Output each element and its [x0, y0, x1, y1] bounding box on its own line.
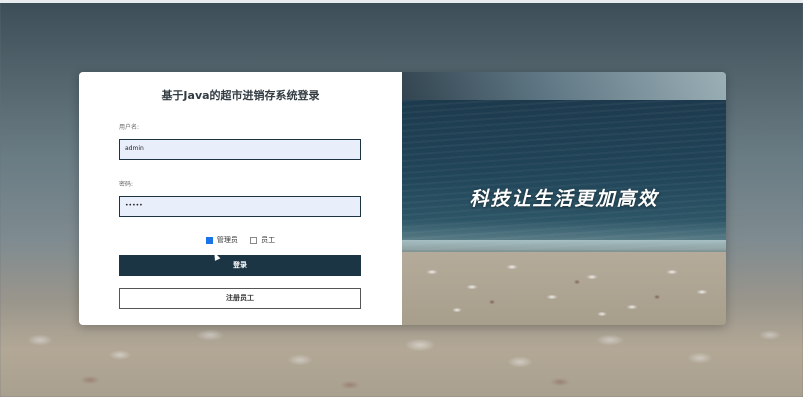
- top-border: [0, 0, 803, 3]
- role-selector: 管理员 员工: [79, 235, 402, 246]
- password-label: 密码:: [119, 181, 134, 188]
- banner-panel: 科技让生活更加高效: [402, 72, 726, 325]
- banner-slogan: 科技让生活更加高效: [469, 188, 659, 210]
- role-option-employee[interactable]: 员工: [250, 235, 275, 245]
- employee-role-label: 员工: [261, 236, 276, 244]
- username-input[interactable]: admin: [119, 139, 361, 160]
- banner-sky: [402, 72, 726, 102]
- role-option-admin[interactable]: 管理员: [205, 235, 238, 245]
- login-card: 基于Java的超市进销存系统登录 用户名: admin 密码: ••••• 管理…: [79, 72, 726, 325]
- login-form-panel: 基于Java的超市进销存系统登录 用户名: admin 密码: ••••• 管理…: [79, 72, 402, 325]
- login-title: 基于Java的超市进销存系统登录: [161, 89, 320, 102]
- banner-sea: [402, 100, 726, 250]
- employee-checkbox[interactable]: [250, 236, 258, 244]
- username-label: 用户名:: [119, 124, 140, 131]
- register-employee-button[interactable]: 注册员工: [119, 288, 361, 309]
- banner-beach: [402, 252, 726, 325]
- admin-checkbox[interactable]: [205, 236, 213, 244]
- login-button[interactable]: 登录: [119, 255, 361, 276]
- password-input[interactable]: •••••: [119, 196, 361, 217]
- admin-role-label: 管理员: [216, 236, 238, 244]
